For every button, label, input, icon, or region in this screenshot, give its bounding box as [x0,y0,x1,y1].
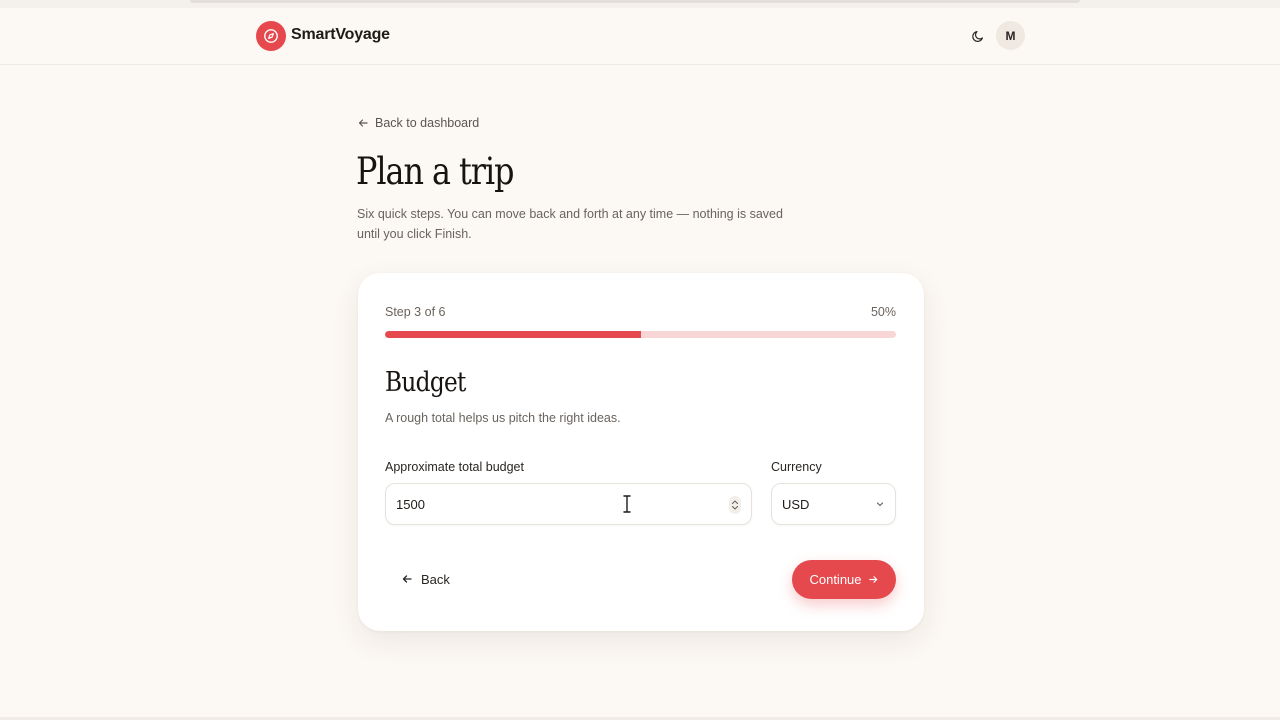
browser-top-strip [0,0,1280,8]
back-to-dashboard-link[interactable]: Back to dashboard [357,116,479,130]
wizard-card: Step 3 of 6 50% Budget A rough total hel… [358,273,924,631]
continue-button[interactable]: Continue [792,560,896,599]
currency-selected-value: USD [782,496,810,512]
back-to-dashboard-label: Back to dashboard [375,116,480,130]
budget-label: Approximate total budget [385,460,524,474]
avatar[interactable]: M [996,21,1025,50]
currency-label: Currency [771,460,822,474]
text-cursor-icon [623,495,631,513]
number-stepper[interactable] [729,496,741,514]
page-title: Plan a trip [356,150,514,193]
moon-icon [972,31,983,42]
section-title: Budget [385,367,466,398]
page-subtitle: Six quick steps. You can move back and f… [357,207,783,241]
section-description: A rough total helps us pitch the right i… [385,411,621,425]
budget-input-value: 1500 [396,496,425,512]
chevron-down-icon [876,502,884,507]
progress-bar-fill [385,331,641,338]
arrow-left-icon [402,575,412,583]
arrow-left-icon [358,119,368,127]
top-navbar: SmartVoyage M [0,8,1280,65]
budget-input[interactable]: 1500 [385,483,752,525]
currency-select[interactable]: USD [771,483,896,525]
back-button-label: Back [421,571,450,587]
theme-toggle-button[interactable] [964,22,992,50]
stepper-arrows-icon [731,500,739,510]
arrow-right-icon [868,576,877,583]
brand-name[interactable]: SmartVoyage [291,26,390,44]
back-button[interactable]: Back [389,561,462,597]
compass-icon[interactable] [256,21,286,51]
progress-bar [385,331,896,338]
step-indicator: Step 3 of 6 [385,305,446,319]
continue-button-label: Continue [809,572,862,587]
progress-percent: 50% [870,305,896,319]
browser-address-bar-edge [190,0,1080,3]
